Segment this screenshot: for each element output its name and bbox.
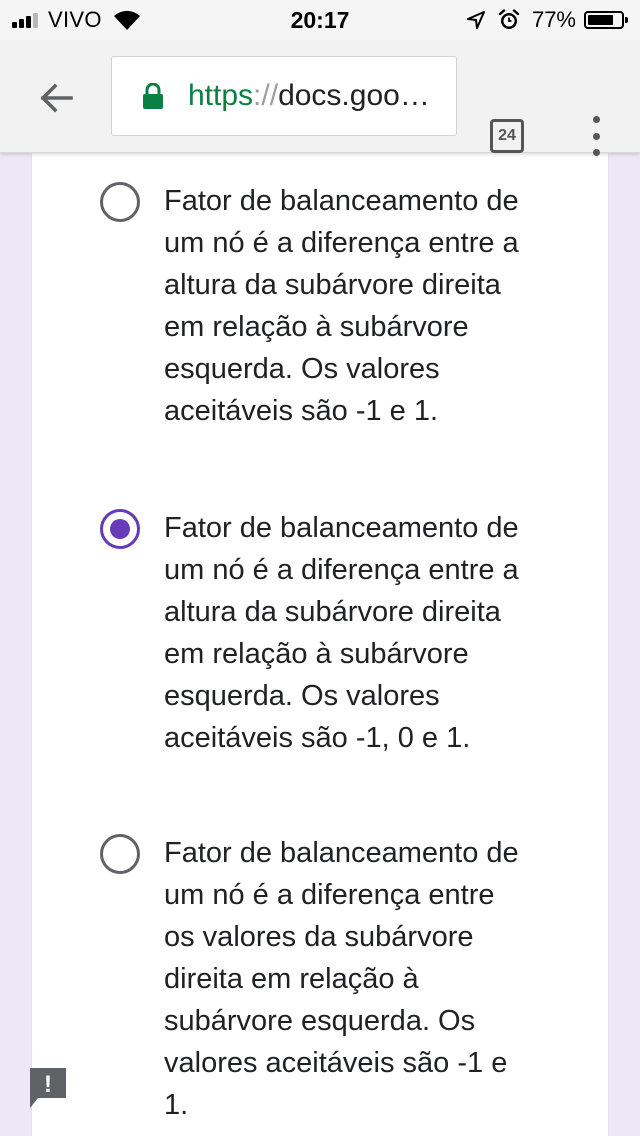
url-host: docs.goo… xyxy=(278,79,430,112)
url-separator: :// xyxy=(253,79,279,112)
browser-toolbar: https://docs.goo… 24 xyxy=(0,40,640,156)
url-scheme: https xyxy=(188,79,254,112)
location-arrow-icon xyxy=(466,11,485,29)
battery-percent: 77% xyxy=(531,7,576,32)
option-label-2: Fator de balanceamento de um nó é a dife… xyxy=(164,512,519,754)
option-label-1: Fator de balanceamento de um nó é a dife… xyxy=(164,185,519,427)
address-bar[interactable]: https://docs.goo… xyxy=(111,56,457,136)
form-card: Fator de balanceamento de um nó é a dife… xyxy=(32,152,608,1136)
tab-switcher-button[interactable]: 24 xyxy=(490,119,524,153)
report-glyph: ! xyxy=(44,1071,52,1098)
lock-icon xyxy=(143,83,163,109)
status-right: 77% xyxy=(466,6,628,34)
radio-button-2[interactable] xyxy=(100,509,140,549)
battery-icon xyxy=(584,11,628,29)
back-button[interactable] xyxy=(30,72,82,124)
radio-button-1[interactable] xyxy=(100,182,140,222)
status-bar: VIVO 20:17 77% xyxy=(0,0,640,40)
radio-button-3[interactable] xyxy=(100,834,140,874)
menu-dots-icon[interactable] xyxy=(584,116,608,156)
option-label-3: Fator de balanceamento de um nó é a dife… xyxy=(164,837,519,1121)
report-feedback-icon[interactable]: ! xyxy=(28,1066,68,1110)
alarm-icon xyxy=(498,9,520,29)
back-arrow-icon xyxy=(40,83,73,113)
url-text: https://docs.goo… xyxy=(188,79,430,113)
